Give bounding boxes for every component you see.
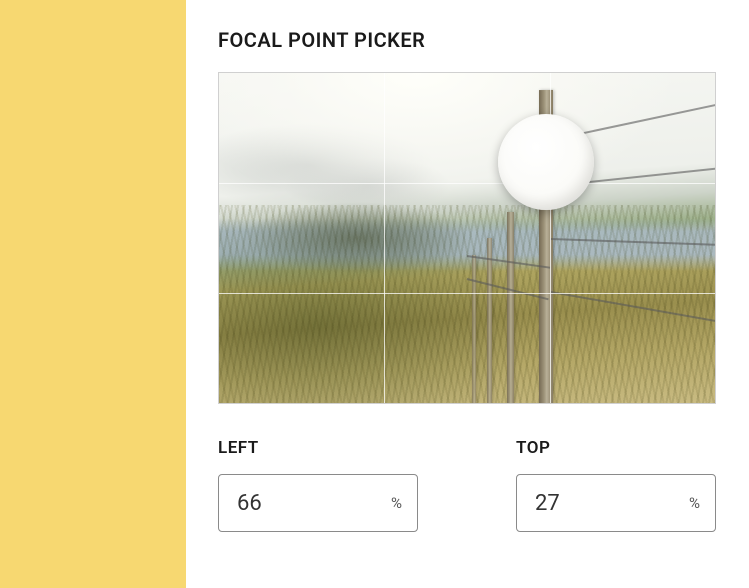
preview-fence-post xyxy=(472,254,476,403)
left-input[interactable] xyxy=(218,474,418,532)
left-coordinate-label: LEFT xyxy=(218,438,418,458)
section-title: FOCAL POINT PICKER xyxy=(218,28,717,52)
focal-point-panel: FOCAL POINT PICKER LEFT % TOP xyxy=(186,0,749,588)
focal-point-handle[interactable] xyxy=(498,114,594,210)
left-input-wrapper: % xyxy=(218,474,418,532)
focal-point-preview[interactable] xyxy=(218,72,716,404)
sidebar-accent-panel xyxy=(0,0,186,588)
coordinate-inputs: LEFT % TOP % xyxy=(218,438,717,532)
grid-line-vertical xyxy=(384,73,385,403)
left-coordinate-group: LEFT % xyxy=(218,438,418,532)
top-coordinate-label: TOP xyxy=(516,438,716,458)
preview-fence-post xyxy=(487,238,492,403)
top-coordinate-group: TOP % xyxy=(516,438,716,532)
preview-fence-post xyxy=(507,212,514,403)
grid-line-horizontal xyxy=(219,183,715,184)
grid-line-horizontal xyxy=(219,293,715,294)
top-input[interactable] xyxy=(516,474,716,532)
preview-image-texture xyxy=(219,205,715,403)
top-input-wrapper: % xyxy=(516,474,716,532)
